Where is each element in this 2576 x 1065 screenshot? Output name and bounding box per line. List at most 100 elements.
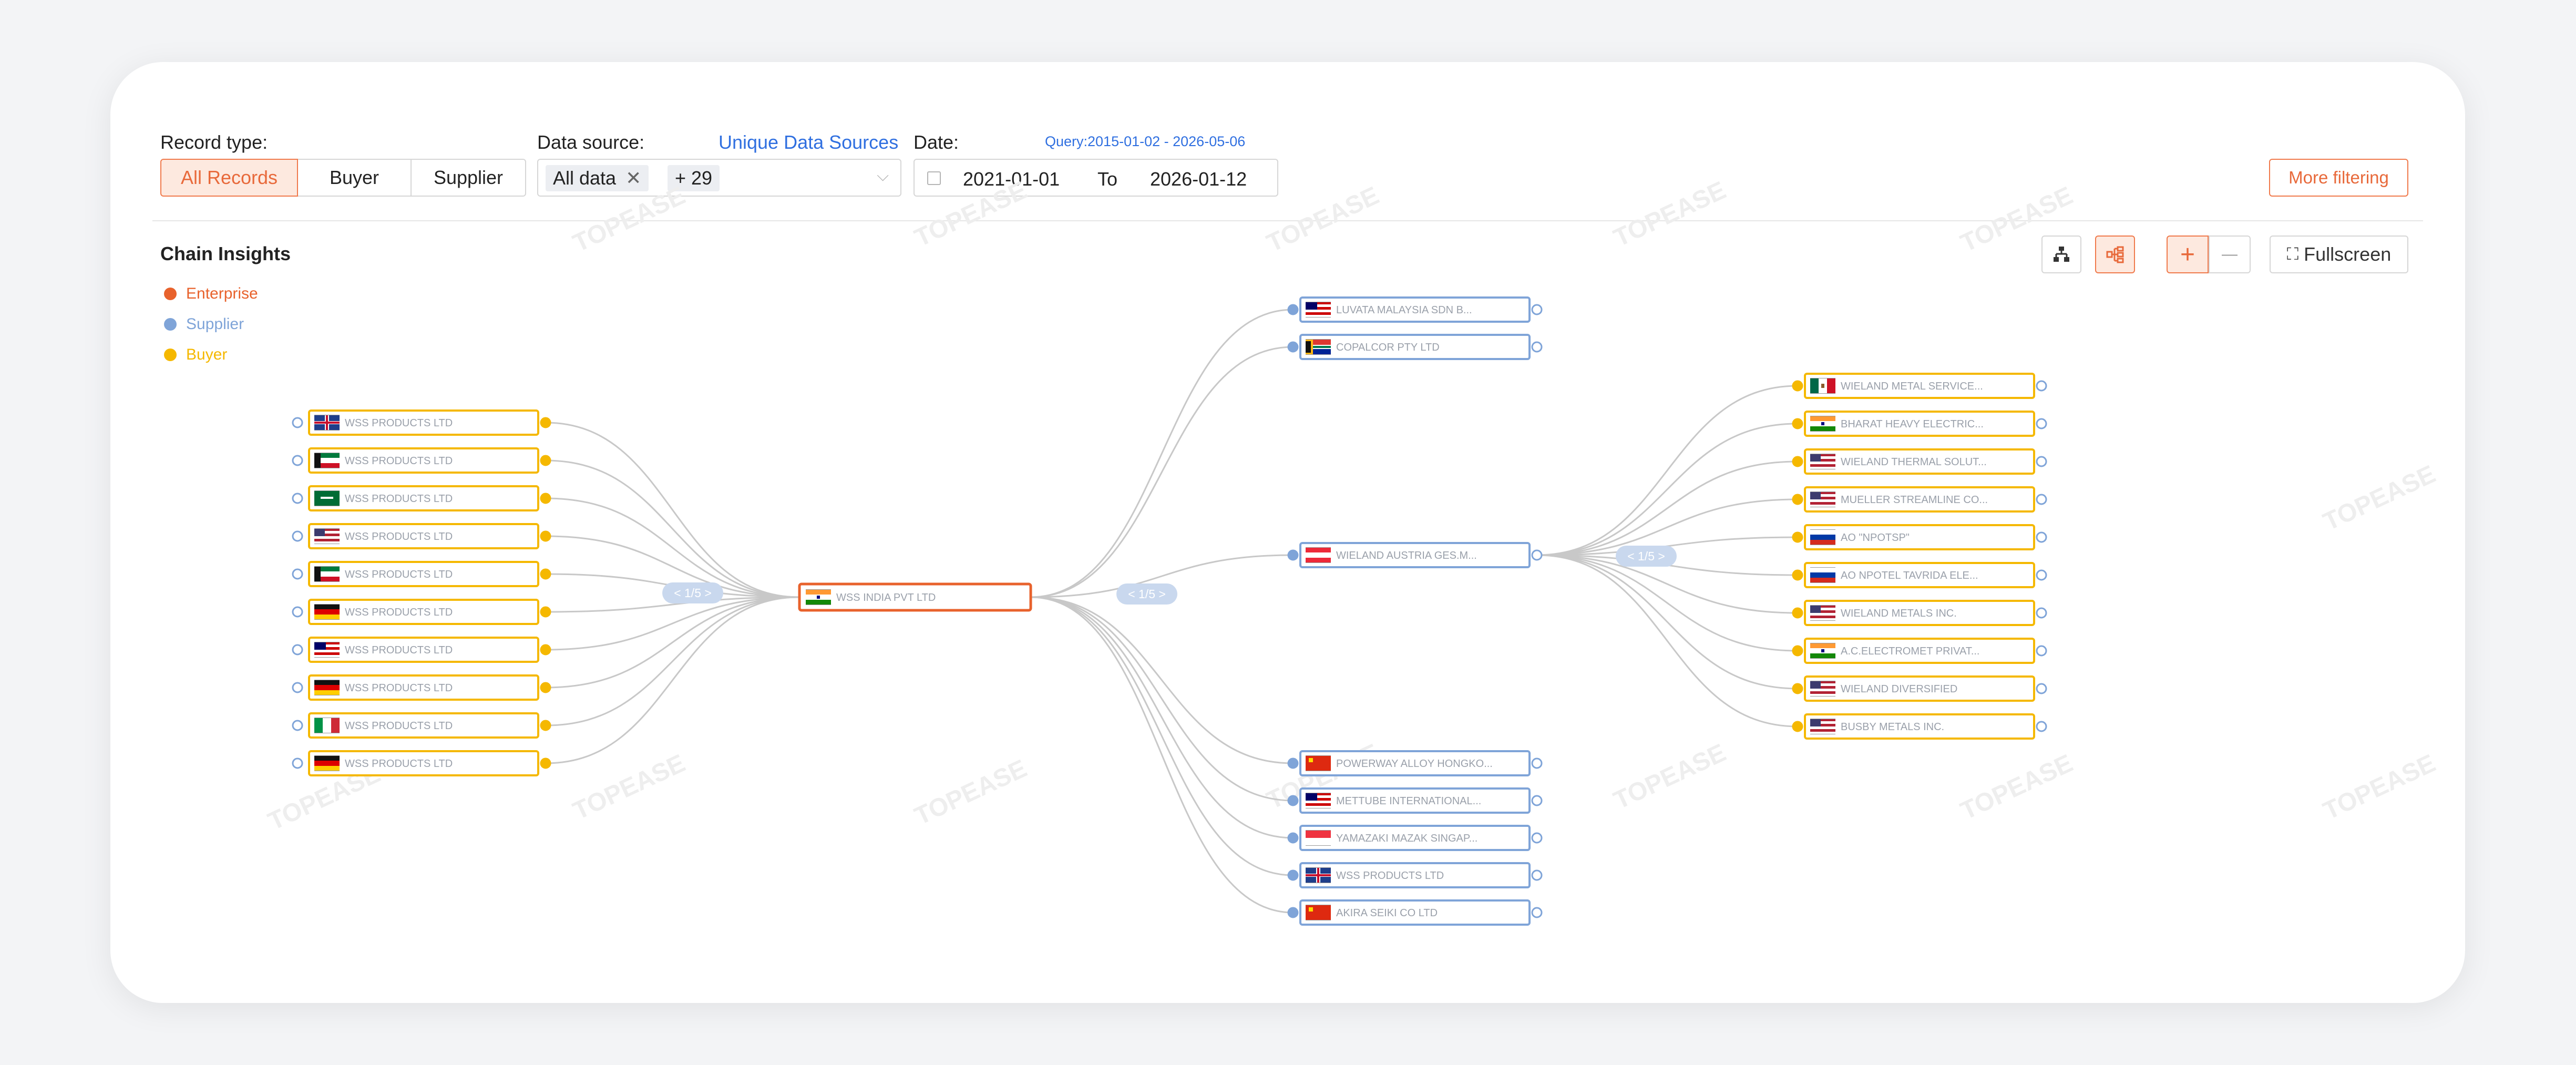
expand-dot[interactable] bbox=[2036, 418, 2047, 429]
connector-dot[interactable] bbox=[1287, 869, 1299, 881]
node-label: BHARAT HEAVY ELECTRIC... bbox=[1841, 418, 1984, 430]
expand-dot[interactable] bbox=[2036, 683, 2047, 694]
edge-line bbox=[1536, 460, 1798, 556]
watermark-text: TOPEASE bbox=[1609, 176, 1730, 252]
flag-sa-icon bbox=[314, 490, 340, 506]
connector-dot[interactable] bbox=[540, 455, 551, 466]
expand-dot[interactable] bbox=[2036, 645, 2047, 657]
expand-dot[interactable] bbox=[292, 417, 303, 428]
expand-dot[interactable] bbox=[292, 720, 303, 731]
connector-dot[interactable] bbox=[540, 493, 551, 504]
expand-dot[interactable] bbox=[1531, 304, 1543, 315]
expand-dot[interactable] bbox=[2036, 569, 2047, 581]
left-pager-label: < 1/5 > bbox=[674, 586, 712, 600]
flag-de-icon bbox=[314, 604, 340, 620]
node-label: METTUBE INTERNATIONAL... bbox=[1336, 795, 1481, 807]
connector-dot[interactable] bbox=[1792, 418, 1803, 429]
edge-line bbox=[1030, 596, 1294, 839]
flag-my-icon bbox=[1306, 302, 1331, 318]
node-label: WSS PRODUCTS LTD bbox=[345, 682, 453, 694]
expand-dot[interactable] bbox=[1531, 757, 1543, 769]
expand-dot[interactable] bbox=[292, 644, 303, 656]
expand-dot[interactable] bbox=[292, 757, 303, 769]
connector-dot[interactable] bbox=[1792, 645, 1803, 657]
flag-in-icon bbox=[806, 589, 831, 605]
watermark-text: TOPEASE bbox=[569, 749, 690, 825]
connector-dot[interactable] bbox=[1287, 832, 1299, 844]
connector-dot[interactable] bbox=[1287, 795, 1299, 806]
connector-dot[interactable] bbox=[540, 644, 551, 656]
expand-dot[interactable] bbox=[292, 493, 303, 504]
node-label: WSS PRODUCTS LTD bbox=[345, 607, 453, 618]
connector-dot[interactable] bbox=[1287, 907, 1299, 918]
connector-dot[interactable] bbox=[1287, 757, 1299, 769]
edge-line bbox=[545, 497, 800, 598]
flag-cn-icon bbox=[1306, 755, 1331, 771]
connector-dot[interactable] bbox=[1287, 549, 1299, 561]
flag-cn-icon bbox=[1306, 905, 1331, 920]
expand-dot[interactable] bbox=[292, 568, 303, 580]
watermark-text: TOPEASE bbox=[2319, 749, 2440, 825]
connector-dot[interactable] bbox=[540, 682, 551, 693]
expand-dot[interactable] bbox=[292, 455, 303, 466]
flag-us-icon bbox=[314, 528, 340, 544]
connector-dot[interactable] bbox=[1792, 380, 1803, 392]
flag-us-icon bbox=[1810, 454, 1835, 469]
flag-za-icon bbox=[1306, 339, 1331, 355]
node-label: WIELAND THERMAL SOLUT... bbox=[1841, 456, 1987, 468]
expand-dot[interactable] bbox=[2036, 380, 2047, 392]
connector-dot[interactable] bbox=[1792, 569, 1803, 581]
connector-dot[interactable] bbox=[1792, 721, 1803, 732]
watermark-text: TOPEASE bbox=[1956, 181, 2077, 258]
flag-us-icon bbox=[1810, 719, 1835, 734]
expand-dot[interactable] bbox=[1531, 869, 1543, 881]
expand-dot[interactable] bbox=[2036, 456, 2047, 467]
flag-ru-icon bbox=[1810, 529, 1835, 545]
flag-de-icon bbox=[314, 755, 340, 771]
flag-mx-icon bbox=[1810, 378, 1835, 394]
connector-dot[interactable] bbox=[540, 606, 551, 618]
flag-gb-icon bbox=[314, 415, 340, 431]
connector-dot[interactable] bbox=[540, 568, 551, 580]
node-label: WIELAND DIVERSIFIED bbox=[1841, 683, 1957, 695]
expand-dot[interactable] bbox=[2036, 607, 2047, 619]
expand-dot[interactable] bbox=[1531, 795, 1543, 806]
expand-dot[interactable] bbox=[292, 682, 303, 693]
connector-dot[interactable] bbox=[540, 757, 551, 769]
connector-dot[interactable] bbox=[1792, 494, 1803, 505]
connector-dot[interactable] bbox=[1792, 683, 1803, 694]
connector-dot[interactable] bbox=[1792, 607, 1803, 619]
expand-dot[interactable] bbox=[2036, 494, 2047, 505]
flag-gb-icon bbox=[1306, 867, 1331, 883]
connector-dot[interactable] bbox=[1792, 531, 1803, 543]
connector-dot[interactable] bbox=[1287, 341, 1299, 353]
watermark-text: TOPEASE bbox=[910, 754, 1031, 831]
expand-dot[interactable] bbox=[2036, 721, 2047, 732]
flag-de-icon bbox=[314, 680, 340, 695]
flag-my-icon bbox=[314, 642, 340, 658]
node-label: WIELAND METAL SERVICE... bbox=[1841, 381, 1983, 392]
expand-dot[interactable] bbox=[1531, 907, 1543, 918]
connector-dot[interactable] bbox=[1792, 456, 1803, 467]
connector-dot[interactable] bbox=[1287, 304, 1299, 315]
flag-sg-icon bbox=[1306, 830, 1331, 846]
connector-dot[interactable] bbox=[540, 720, 551, 731]
expand-dot[interactable] bbox=[292, 530, 303, 542]
buyer-node[interactable] bbox=[1804, 524, 2035, 550]
connector-dot[interactable] bbox=[540, 417, 551, 428]
flag-in-icon bbox=[1810, 643, 1835, 659]
node-label: A.C.ELECTROMET PRIVAT... bbox=[1841, 646, 1980, 657]
expand-dot[interactable] bbox=[1531, 341, 1543, 353]
flag-kw-icon bbox=[314, 453, 340, 468]
flag-us-icon bbox=[1810, 605, 1835, 621]
edge-line bbox=[545, 459, 800, 598]
node-label: WSS PRODUCTS LTD bbox=[345, 455, 453, 467]
connector-dot[interactable] bbox=[540, 530, 551, 542]
expand-dot[interactable] bbox=[1531, 832, 1543, 844]
node-label: WIELAND AUSTRIA GES.M... bbox=[1336, 550, 1477, 561]
node-label: COPALCOR PTY LTD bbox=[1336, 342, 1440, 353]
expand-dot[interactable] bbox=[2036, 531, 2047, 543]
record-type-all-records[interactable]: All Records bbox=[160, 159, 298, 197]
expand-dot[interactable] bbox=[292, 606, 303, 618]
expand-dot[interactable] bbox=[1531, 549, 1543, 561]
